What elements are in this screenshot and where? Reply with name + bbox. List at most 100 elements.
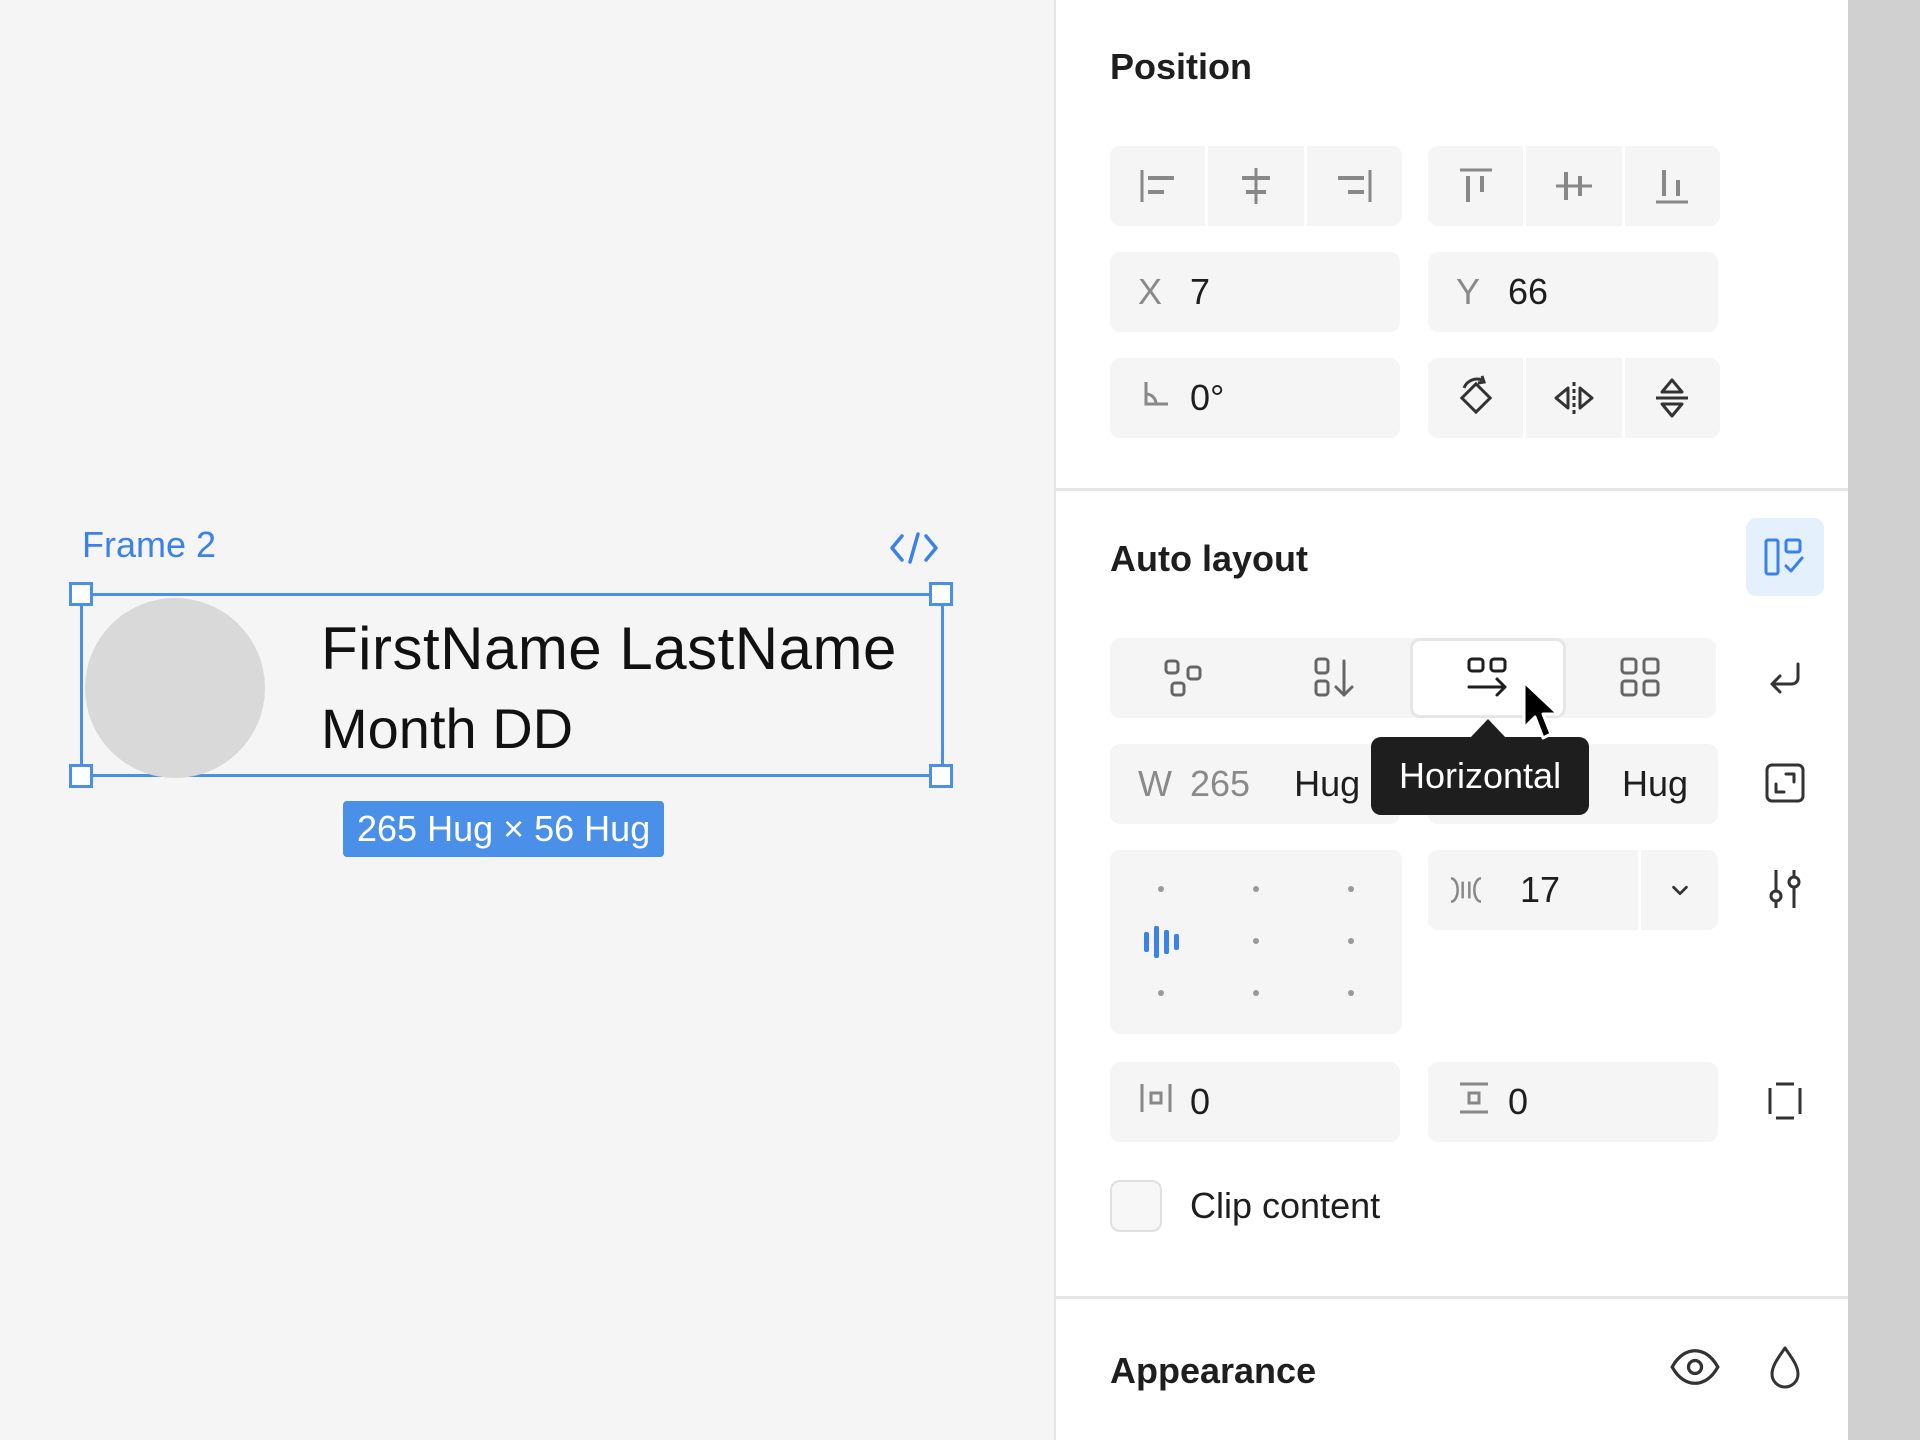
mouse-pointer-icon (1522, 680, 1560, 740)
wrap-icon (1770, 662, 1800, 694)
width-value[interactable]: 265 (1190, 763, 1250, 805)
y-position-field[interactable]: Y 66 (1428, 252, 1718, 332)
drop-icon (1770, 1346, 1800, 1389)
canvas[interactable]: Frame 2 FirstName LastName Month DD 265 … (0, 0, 1054, 1440)
align-dot-middle-right[interactable] (1348, 938, 1354, 944)
width-field[interactable]: W 265 Hug (1110, 744, 1400, 824)
padding-sides-icon (1768, 1082, 1802, 1120)
width-label: W (1138, 763, 1172, 804)
layout-direction-group (1110, 638, 1716, 718)
layout-freeform-button[interactable] (1110, 638, 1260, 718)
auto-layout-section-title: Auto layout (1110, 538, 1308, 579)
align-dot-bottom-left[interactable] (1158, 990, 1164, 996)
x-label: X (1138, 271, 1163, 312)
resize-handle-bottom-left[interactable] (69, 764, 93, 788)
y-label: Y (1456, 271, 1481, 312)
align-bottom-button[interactable] (1625, 146, 1720, 226)
align-left-button[interactable] (1110, 146, 1209, 226)
align-center-h-icon (1241, 168, 1270, 204)
rotation-value[interactable]: 0° (1190, 377, 1224, 419)
tooltip-arrow (1470, 719, 1506, 738)
clip-content-label[interactable]: Clip content (1190, 1185, 1380, 1227)
align-center-h-button[interactable] (1208, 146, 1307, 226)
align-dot-top-center[interactable] (1253, 886, 1259, 892)
date-text[interactable]: Month DD (321, 696, 573, 761)
align-left-icon (1140, 170, 1174, 202)
gap-field[interactable]: 17 (1428, 850, 1718, 930)
avatar-placeholder[interactable] (85, 598, 265, 778)
selected-frame[interactable]: FirstName LastName Month DD (80, 593, 944, 778)
resize-icon (1765, 763, 1805, 803)
align-dot-bottom-center[interactable] (1253, 990, 1259, 996)
horizontal-align-group (1110, 146, 1402, 226)
horizontal-layout-icon (1467, 657, 1507, 697)
auto-layout-icon (1764, 538, 1804, 576)
gap-dropdown-button[interactable] (1638, 850, 1718, 930)
vertical-layout-icon (1314, 657, 1354, 697)
position-section-title: Position (1110, 46, 1252, 87)
transform-group (1428, 358, 1720, 438)
horizontal-padding-field[interactable]: 0 (1110, 1062, 1400, 1142)
properties-panel: Position X 7 Y 66 0° Auto layout W 265 H… (1054, 0, 1850, 1440)
rotate-icon (1459, 375, 1492, 415)
name-text[interactable]: FirstName LastName (321, 614, 897, 683)
x-position-field[interactable]: X 7 (1110, 252, 1400, 332)
wrap-button[interactable] (1746, 638, 1824, 716)
align-right-icon (1338, 170, 1372, 202)
flip-horizontal-icon (1554, 382, 1594, 414)
x-value[interactable]: 7 (1190, 271, 1210, 313)
auto-layout-toggle-button[interactable] (1746, 518, 1824, 596)
height-mode[interactable]: Hug (1622, 763, 1688, 805)
resize-handle-top-left[interactable] (69, 582, 93, 606)
frame-label[interactable]: Frame 2 (82, 524, 216, 566)
align-middle-v-button[interactable] (1526, 146, 1625, 226)
rotate-90-button[interactable] (1428, 358, 1527, 438)
scroll-gutter (1848, 0, 1920, 1440)
rotation-icon (1138, 376, 1190, 421)
visibility-toggle-button[interactable] (1656, 1328, 1734, 1406)
vertical-padding-field[interactable]: 0 (1428, 1062, 1718, 1142)
gap-value[interactable]: 17 (1520, 869, 1638, 911)
chevron-down-icon (1671, 885, 1688, 896)
section-divider (1056, 488, 1850, 491)
eye-icon (1670, 1349, 1720, 1385)
layout-grid-button[interactable] (1566, 638, 1716, 718)
align-top-button[interactable] (1428, 146, 1527, 226)
resize-handle-bottom-right[interactable] (929, 764, 953, 788)
flip-horizontal-button[interactable] (1526, 358, 1625, 438)
blend-mode-button[interactable] (1746, 1328, 1824, 1406)
layout-vertical-button[interactable] (1260, 638, 1410, 718)
align-dot-top-left[interactable] (1158, 886, 1164, 892)
vertical-padding-icon (1456, 1080, 1508, 1125)
width-mode[interactable]: Hug (1294, 763, 1360, 805)
align-right-button[interactable] (1307, 146, 1402, 226)
horizontal-padding-value[interactable]: 0 (1190, 1081, 1210, 1123)
rotation-field[interactable]: 0° (1110, 358, 1400, 438)
advanced-settings-button[interactable] (1746, 850, 1824, 928)
freeform-layout-icon (1164, 659, 1202, 697)
sliders-icon (1769, 870, 1801, 908)
vertical-padding-value[interactable]: 0 (1508, 1081, 1528, 1123)
section-divider (1056, 1296, 1850, 1299)
flip-vertical-icon (1656, 378, 1689, 418)
flip-vertical-button[interactable] (1625, 358, 1720, 438)
alignment-grid[interactable] (1110, 850, 1402, 1034)
grid-layout-icon (1620, 657, 1660, 697)
align-bottom-icon (1656, 170, 1689, 204)
individual-padding-button[interactable] (1746, 1062, 1824, 1140)
vertical-align-group (1428, 146, 1720, 226)
align-dot-middle-center[interactable] (1253, 938, 1259, 944)
size-badge: 265 Hug × 56 Hug (343, 801, 665, 857)
code-icon[interactable] (888, 528, 940, 568)
align-dot-top-right[interactable] (1348, 886, 1354, 892)
horizontal-padding-icon (1138, 1080, 1190, 1125)
align-dot-bottom-right[interactable] (1348, 990, 1354, 996)
appearance-section-title: Appearance (1110, 1350, 1317, 1391)
direction-tooltip: Horizontal (1371, 737, 1590, 815)
resize-handle-top-right[interactable] (929, 582, 953, 606)
clip-content-checkbox[interactable] (1110, 1180, 1162, 1232)
y-value[interactable]: 66 (1508, 271, 1548, 313)
resizing-button[interactable] (1746, 744, 1824, 822)
align-active-indicator-icon[interactable] (1140, 920, 1184, 964)
align-top-icon (1459, 168, 1492, 202)
